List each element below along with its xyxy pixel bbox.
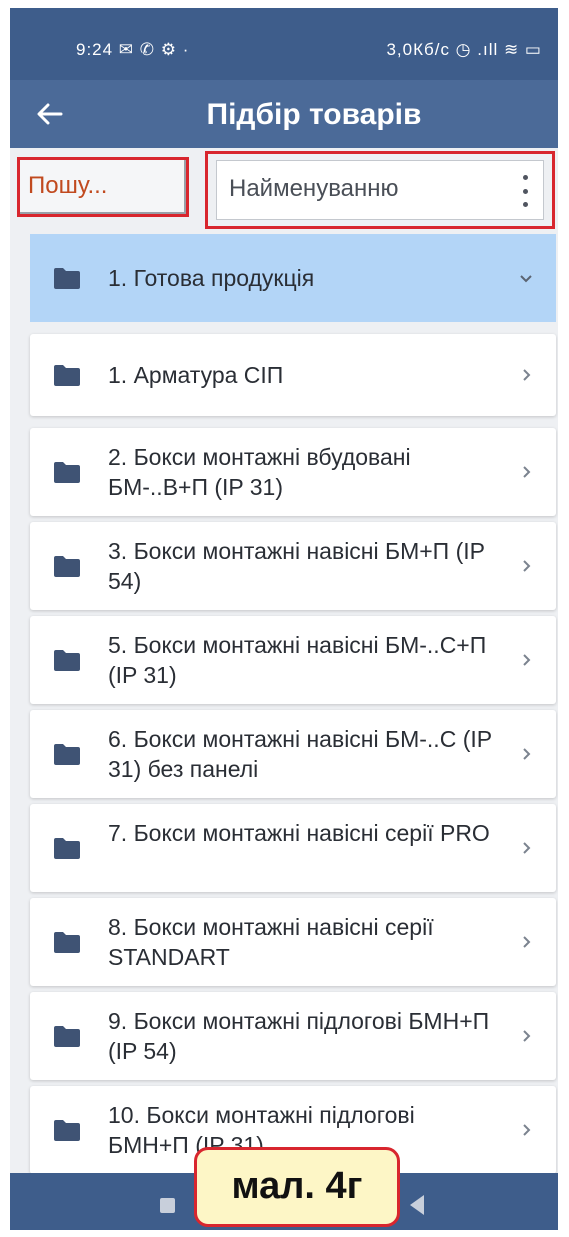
phone-screen: 9:24 ✉ ✆ ⚙ · 3,0Кб/с ◷ .ıll ≋ ▭ Підбір т…	[10, 8, 558, 1230]
app-bar: Підбір товарів	[10, 80, 558, 148]
chevron-right-icon	[518, 1028, 534, 1044]
group-label: 3. Бокси монтажні навісні БМ+П (IP 54)	[108, 538, 485, 594]
kebab-menu-icon[interactable]	[515, 175, 535, 207]
chevron-right-icon	[518, 464, 534, 480]
folder-icon	[52, 266, 82, 290]
sort-highlight: Найменуванню	[205, 151, 555, 229]
status-time-icons: 9:24 ✉ ✆ ⚙ ·	[76, 40, 190, 59]
search-input[interactable]: Пошу...	[20, 160, 186, 214]
folder-icon	[52, 363, 82, 387]
folder-icon	[52, 1118, 82, 1142]
group-row[interactable]: 6. Бокси монтажні навісні БМ-..С (IP 31)…	[30, 710, 556, 798]
group-label: 2. Бокси монтажні вбудовані БМ-..В+П (IP…	[108, 444, 411, 500]
group-row[interactable]: 8. Бокси монтажні навісні серії STANDART	[30, 898, 556, 986]
folder-icon	[52, 836, 82, 860]
group-label: 8. Бокси монтажні навісні серії STANDART	[108, 914, 434, 970]
group-label: 6. Бокси монтажні навісні БМ-..С (IP 31)…	[108, 726, 492, 782]
chevron-right-icon	[518, 934, 534, 950]
status-bar: 9:24 ✉ ✆ ⚙ · 3,0Кб/с ◷ .ıll ≋ ▭	[10, 8, 558, 80]
folder-icon	[52, 554, 82, 578]
group-row[interactable]: 1. Арматура СІП	[30, 334, 556, 416]
chevron-right-icon	[518, 652, 534, 668]
chevron-right-icon	[518, 746, 534, 762]
group-label: 1. Готова продукція	[108, 265, 315, 291]
group-row[interactable]: 5. Бокси монтажні навісні БМ-..С+П (IP 3…	[30, 616, 556, 704]
status-indicators: 3,0Кб/с ◷ .ıll ≋ ▭	[386, 40, 542, 59]
filter-bar: Пошу... Найменуванню	[10, 148, 558, 234]
group-label: 5. Бокси монтажні навісні БМ-..С+П (IP 3…	[108, 632, 487, 688]
group-label: 7. Бокси монтажні навісні серії PRO	[108, 820, 490, 846]
sort-select[interactable]: Найменуванню	[216, 160, 544, 220]
chevron-right-icon	[518, 367, 534, 383]
group-label: 9. Бокси монтажні підлогові БМН+П (IP 54…	[108, 1008, 490, 1064]
group-row[interactable]: 3. Бокси монтажні навісні БМ+П (IP 54)	[30, 522, 556, 610]
page-title: Підбір товарів	[206, 98, 422, 131]
figure-caption: мал. 4г	[194, 1147, 400, 1227]
group-row[interactable]: 9. Бокси монтажні підлогові БМН+П (IP 54…	[30, 992, 556, 1080]
folder-icon	[52, 1024, 82, 1048]
group-label: 1. Арматура СІП	[108, 362, 284, 388]
folder-icon	[52, 648, 82, 672]
chevron-right-icon	[518, 558, 534, 574]
group-row[interactable]: 7. Бокси монтажні навісні серії PRO	[30, 804, 556, 892]
chevron-down-icon	[518, 270, 534, 286]
recent-apps-icon[interactable]	[160, 1198, 175, 1213]
search-highlight: Пошу...	[17, 157, 189, 217]
group-row-expanded[interactable]: 1. Готова продукція	[30, 234, 556, 322]
folder-icon	[52, 930, 82, 954]
nav-back-icon[interactable]	[410, 1195, 424, 1215]
sort-value: Найменуванню	[229, 175, 399, 202]
folder-icon	[52, 742, 82, 766]
folder-icon	[52, 460, 82, 484]
group-row[interactable]: 2. Бокси монтажні вбудовані БМ-..В+П (IP…	[30, 428, 556, 516]
chevron-right-icon	[518, 840, 534, 856]
chevron-right-icon	[518, 1122, 534, 1138]
